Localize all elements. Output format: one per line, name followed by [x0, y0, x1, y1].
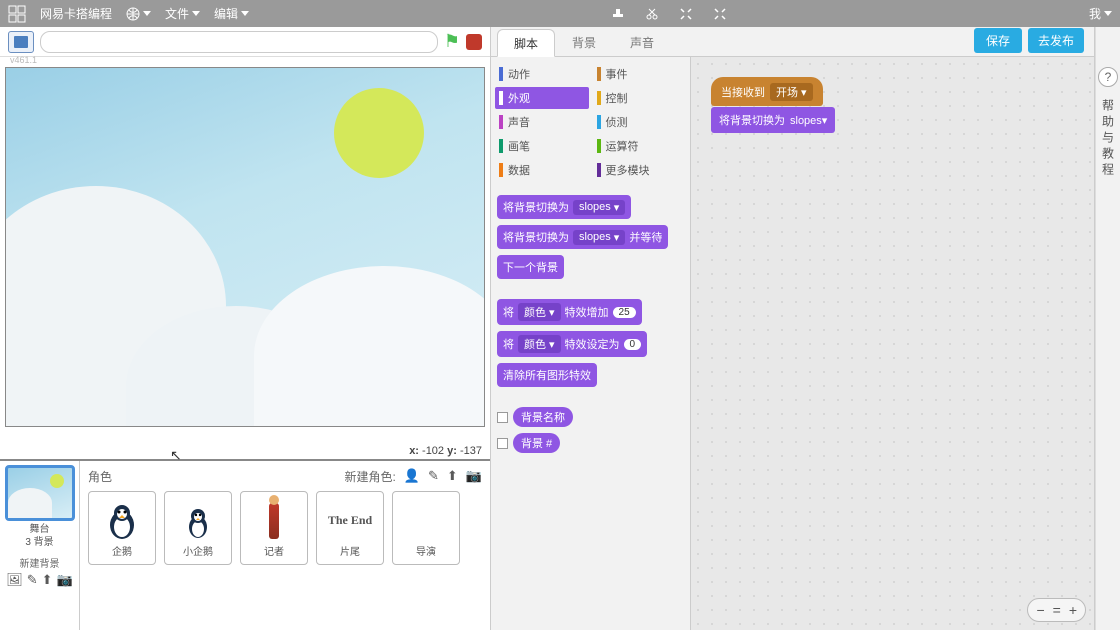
- backdrop-paint-icon[interactable]: ✎: [27, 572, 38, 588]
- stage-thumbnail[interactable]: [5, 465, 75, 521]
- block-set-effect[interactable]: 将颜色▾特效设定为0: [497, 331, 647, 357]
- reporter-check-bgnum[interactable]: [497, 438, 508, 449]
- brand-label[interactable]: 网易卡搭编程: [40, 5, 112, 22]
- tab-scripts[interactable]: 脚本: [497, 29, 555, 57]
- scissors-icon[interactable]: [644, 6, 660, 22]
- menu-file[interactable]: 文件: [165, 5, 200, 22]
- grow-icon[interactable]: [678, 6, 694, 22]
- fullscreen-button[interactable]: [8, 31, 34, 53]
- sprite-item-director[interactable]: 导演: [392, 491, 460, 565]
- cat-pen[interactable]: 画笔: [495, 135, 589, 157]
- backdrop-upload-icon[interactable]: ⬆: [42, 572, 53, 588]
- cat-events[interactable]: 事件: [593, 63, 687, 85]
- reporter-check-bgname[interactable]: [497, 412, 508, 423]
- zoom-controls: − = +: [1027, 598, 1086, 622]
- cat-operators[interactable]: 运算符: [593, 135, 687, 157]
- green-flag-icon[interactable]: ⚑: [444, 31, 460, 52]
- cursor-icon: ↖: [170, 447, 182, 464]
- block-backdrop-name[interactable]: 背景名称: [513, 407, 573, 427]
- help-sidebar: ? 帮助与教程: [1095, 27, 1120, 630]
- block-backdrop-num[interactable]: 背景 #: [513, 433, 560, 453]
- sprite-item-penguin[interactable]: 企鹅: [88, 491, 156, 565]
- sprite-upload-icon[interactable]: ⬆: [447, 468, 458, 484]
- new-sprite-label: 新建角色:: [344, 468, 395, 485]
- cat-control[interactable]: 控制: [593, 87, 687, 109]
- script-stack[interactable]: 当接收到开场▾ 将背景切换为slopes▾: [711, 77, 835, 133]
- block-next-backdrop[interactable]: 下一个背景: [497, 255, 564, 279]
- sprite-library-icon[interactable]: 👤: [404, 468, 420, 484]
- cat-data[interactable]: 数据: [495, 159, 589, 181]
- sprite-paint-icon[interactable]: ✎: [428, 468, 439, 484]
- cat-sensing[interactable]: 侦测: [593, 111, 687, 133]
- zoom-in-icon[interactable]: +: [1069, 602, 1077, 618]
- sprite-item-reporter[interactable]: 记者: [240, 491, 308, 565]
- sprite-item-small-penguin[interactable]: 小企鹅: [164, 491, 232, 565]
- stop-icon[interactable]: [466, 34, 482, 50]
- tab-sounds[interactable]: 声音: [613, 28, 671, 56]
- cat-sound[interactable]: 声音: [495, 111, 589, 133]
- publish-button[interactable]: 去发布: [1028, 28, 1084, 53]
- menu-user[interactable]: 我: [1089, 5, 1112, 22]
- stage-header: ⚑: [0, 27, 490, 57]
- sprites-title: 角色: [88, 468, 112, 485]
- stamp-icon[interactable]: [610, 6, 626, 22]
- block-clear-effects[interactable]: 清除所有图形特效: [497, 363, 597, 387]
- help-text[interactable]: 帮助与教程: [1100, 99, 1117, 179]
- version-label: v461.1: [10, 55, 500, 65]
- script-canvas[interactable]: 当接收到开场▾ 将背景切换为slopes▾ − = +: [691, 57, 1094, 630]
- cat-more[interactable]: 更多模块: [593, 159, 687, 181]
- globe-icon[interactable]: [126, 7, 151, 21]
- menu-edit[interactable]: 编辑: [214, 5, 249, 22]
- block-switch-backdrop-wait[interactable]: 将背景切换为slopes▾并等待: [497, 225, 668, 249]
- backdrop-library-icon[interactable]: 🖼: [6, 572, 23, 588]
- new-backdrop-label: 新建背景: [20, 555, 60, 570]
- block-change-effect[interactable]: 将颜色▾特效增加25: [497, 299, 642, 325]
- hat-when-receive[interactable]: 当接收到开场▾: [711, 77, 823, 106]
- logo-icon: [8, 5, 26, 23]
- zoom-reset-icon[interactable]: =: [1053, 602, 1061, 618]
- stack-switch-backdrop[interactable]: 将背景切换为slopes▾: [711, 107, 835, 133]
- block-palette: 动作 事件 外观 控制 声音 侦测 画笔 运算符 数据 更多模块 将背景切换为s…: [491, 57, 691, 630]
- save-button[interactable]: 保存: [974, 28, 1022, 53]
- stage-thumb-label: 舞台3 背景: [25, 523, 53, 549]
- sprite-camera-icon[interactable]: 📷: [466, 468, 482, 484]
- project-title-input[interactable]: [40, 31, 438, 53]
- top-menu-bar: 网易卡搭编程 文件 编辑 我: [0, 0, 1120, 27]
- sprite-item-ending[interactable]: The End 片尾: [316, 491, 384, 565]
- backdrop-camera-icon[interactable]: 📷: [57, 572, 73, 588]
- block-switch-backdrop[interactable]: 将背景切换为slopes▾: [497, 195, 631, 219]
- help-icon[interactable]: ?: [1098, 67, 1118, 87]
- cat-motion[interactable]: 动作: [495, 63, 589, 85]
- stage-canvas[interactable]: [5, 67, 485, 427]
- cat-looks[interactable]: 外观: [495, 87, 589, 109]
- zoom-out-icon[interactable]: −: [1036, 602, 1044, 618]
- shrink-icon[interactable]: [712, 6, 728, 22]
- mouse-coords: x: -102 y: -137: [409, 445, 482, 457]
- tab-backdrops[interactable]: 背景: [555, 28, 613, 56]
